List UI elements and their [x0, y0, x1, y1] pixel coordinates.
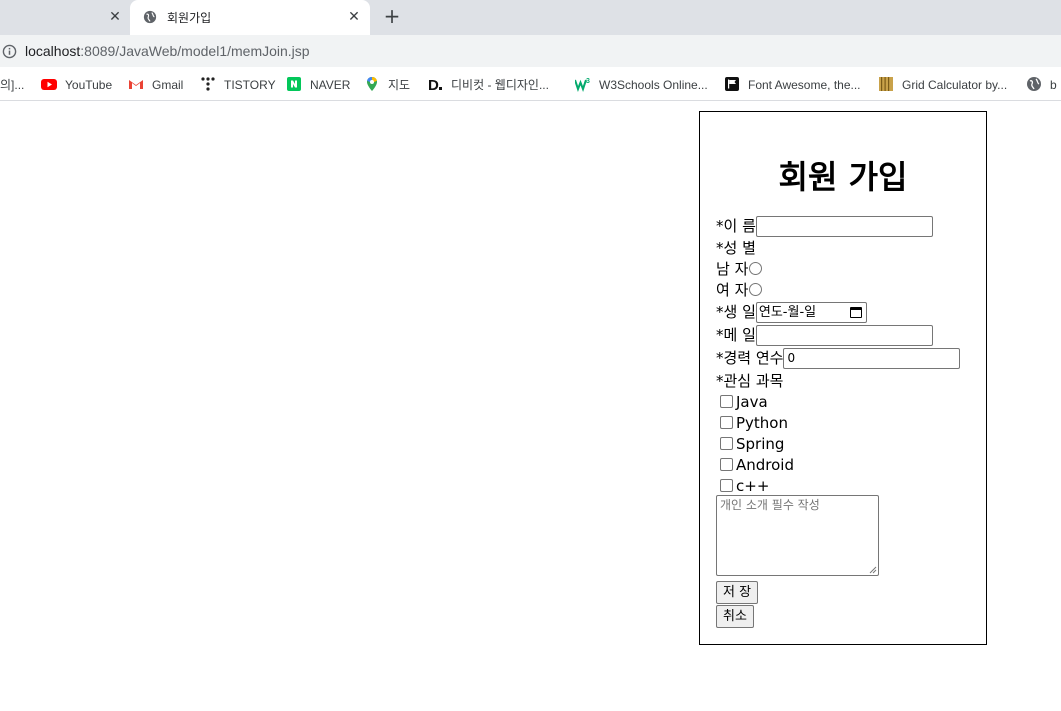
bookmark-w3schools[interactable]: 3 W3Schools Online... — [575, 75, 708, 93]
url-path: :8089/JavaWeb/model1/memJoin.jsp — [80, 43, 310, 59]
python-checkbox[interactable] — [720, 416, 733, 429]
female-radio[interactable] — [749, 283, 763, 296]
birth-date-placeholder: 연도-월-일 — [758, 305, 817, 320]
birth-date-input[interactable]: 연도-월-일 — [755, 302, 867, 323]
male-radio[interactable] — [749, 262, 763, 275]
email-input[interactable] — [755, 325, 933, 346]
bookmark-dbcut[interactable]: D 디비컷 - 웹디자인... — [427, 75, 549, 93]
maps-icon — [367, 76, 377, 91]
interest-label: *관심 과목 — [716, 372, 784, 390]
resize-grip-icon[interactable] — [869, 566, 877, 574]
bookmark-label: b — [1050, 77, 1057, 92]
email-row: *메 일 — [716, 325, 933, 346]
bookmark-label: 지도 — [388, 77, 411, 92]
url-text[interactable]: localhost:8089/JavaWeb/model1/memJoin.js… — [25, 43, 310, 59]
gender-label: *성 별 — [716, 239, 756, 257]
email-label: *메 일 — [716, 326, 756, 344]
bookmark-label: 디비컷 - 웹디자인... — [451, 77, 549, 92]
url-host: localhost — [25, 43, 81, 59]
bookmark-label: Grid Calculator by... — [902, 77, 1008, 92]
intro-textarea[interactable]: 개인 소개 필수 작성 — [716, 495, 879, 576]
svg-text:D: D — [428, 77, 439, 92]
join-form: 회원 가입 *이 름 *성 별 남 자 여 자 *생 일 연도-월-일 *메 일 … — [699, 111, 987, 645]
w3schools-icon: 3 — [575, 78, 590, 92]
globe-icon — [1027, 76, 1041, 91]
bookmark-maps[interactable]: 지도 — [364, 75, 410, 93]
interest-label-android: Android — [736, 456, 794, 474]
bookmark-label: Gmail — [152, 77, 184, 92]
bookmarks-bar: 의]... YouTube Gmail TISTORY NAVER 지도 D 디… — [0, 67, 1061, 101]
male-row: 남 자 — [716, 259, 763, 279]
page-title: 회원 가입 — [778, 158, 908, 196]
birth-row: *생 일 연도-월-일 — [716, 302, 867, 323]
bookmark-grid-calculator[interactable]: Grid Calculator by... — [878, 75, 1007, 93]
tistory-icon — [201, 77, 215, 91]
youtube-icon — [41, 78, 57, 90]
name-label: *이 름 — [716, 217, 756, 235]
career-row: *경력 연수 0 — [716, 348, 961, 369]
name-input[interactable] — [755, 216, 933, 237]
android-checkbox[interactable] — [720, 458, 733, 471]
tab-active[interactable]: 회원가입 ✕ — [130, 0, 370, 35]
birth-label: *생 일 — [716, 303, 756, 321]
interest-java: Java — [716, 392, 768, 412]
female-row: 여 자 — [716, 280, 763, 300]
cancel-button[interactable]: 취소 — [716, 605, 754, 628]
interest-android: Android — [716, 455, 794, 475]
interest-label-cpp: c++ — [736, 477, 770, 495]
close-icon[interactable]: ✕ — [346, 9, 362, 25]
bookmark-item[interactable]: 의]... — [0, 75, 24, 93]
bookmark-youtube[interactable]: YouTube — [41, 75, 112, 93]
close-icon[interactable]: ✕ — [107, 9, 123, 25]
svg-text:3: 3 — [586, 78, 590, 85]
bookmark-gmail[interactable]: Gmail — [128, 75, 183, 93]
save-button[interactable]: 저 장 — [716, 581, 759, 604]
interest-label-spring: Spring — [736, 435, 785, 453]
intro-placeholder: 개인 소개 필수 작성 — [720, 498, 820, 512]
new-tab-button[interactable]: + — [381, 5, 403, 27]
interest-cpp: c++ — [716, 476, 769, 496]
male-label: 남 자 — [716, 260, 749, 278]
address-bar[interactable]: localhost:8089/JavaWeb/model1/memJoin.js… — [0, 35, 1061, 67]
career-input[interactable]: 0 — [783, 348, 961, 369]
naver-icon — [287, 76, 301, 91]
java-checkbox[interactable] — [720, 395, 733, 408]
bookmark-label: TISTORY — [224, 77, 276, 92]
interest-label-java: Java — [736, 393, 768, 411]
dbcut-icon: D — [428, 77, 442, 92]
spring-checkbox[interactable] — [720, 437, 733, 450]
grid-calculator-icon — [879, 76, 893, 91]
tab-title: 회원가입 — [167, 11, 212, 25]
calendar-icon[interactable] — [849, 307, 862, 318]
interest-label-python: Python — [736, 414, 788, 432]
bookmark-label: Font Awesome, the... — [748, 77, 861, 92]
fontawesome-icon — [725, 76, 739, 91]
gmail-icon — [129, 79, 143, 89]
female-label: 여 자 — [716, 281, 749, 299]
name-row: *이 름 — [716, 216, 933, 237]
bookmark-naver[interactable]: NAVER — [286, 75, 350, 93]
cpp-checkbox[interactable] — [720, 479, 733, 492]
info-icon[interactable] — [2, 44, 17, 59]
tab-previous[interactable]: ✕ — [0, 0, 130, 35]
career-label: *경력 연수 — [716, 349, 784, 367]
bookmark-fontawesome[interactable]: Font Awesome, the... — [724, 75, 861, 93]
bookmark-label: NAVER — [310, 77, 351, 92]
interest-python: Python — [716, 413, 788, 433]
bookmark-label: 의]... — [0, 77, 25, 92]
bookmark-globe[interactable]: b — [1026, 75, 1057, 93]
bookmark-label: YouTube — [65, 77, 113, 92]
tab-strip: ✕ 회원가입 ✕ + — [0, 0, 1061, 35]
bookmark-label: W3Schools Online... — [599, 77, 708, 92]
bookmark-tistory[interactable]: TISTORY — [200, 75, 276, 93]
globe-icon — [143, 10, 157, 24]
interest-spring: Spring — [716, 434, 784, 454]
